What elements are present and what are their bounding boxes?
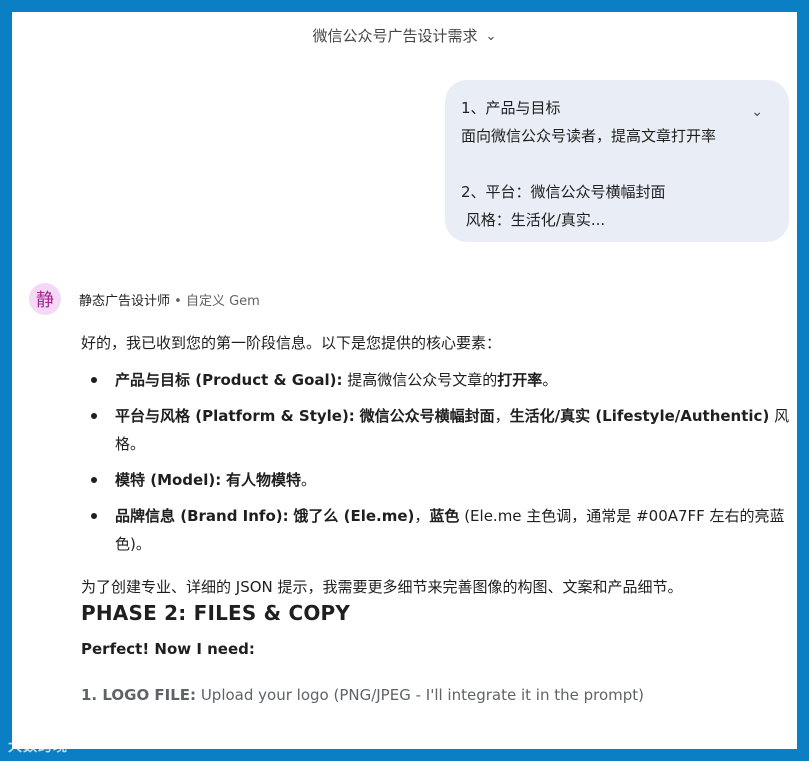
user-message-line	[461, 150, 773, 178]
bullet-label: 模特 (Model):	[115, 471, 222, 489]
user-message-line: 风格：生活化/真实...	[461, 211, 606, 229]
gem-avatar: 静	[29, 283, 61, 315]
bullet-label: 品牌信息 (Brand Info):	[115, 507, 289, 525]
bullet-text: 。	[301, 471, 317, 489]
gem-name[interactable]: 静态广告设计师	[79, 294, 170, 309]
gem-header: 静 静态广告设计师 • 自定义 Gem	[29, 283, 260, 315]
perfect-line: Perfect! Now I need:	[81, 640, 255, 658]
bullet-emphasis: 有人物模特	[226, 471, 302, 489]
phase-heading: PHASE 2: FILES & COPY	[81, 601, 351, 625]
response-paragraph: 为了创建专业、详细的 JSON 提示，我需要更多细节来完善图像的构图、文案和产品…	[81, 578, 683, 596]
bullet-label: 产品与目标 (Product & Goal):	[115, 371, 343, 389]
bullet-text: ，	[414, 507, 430, 525]
bullet-emphasis: 生活化/真实 (Lifestyle/Authentic)	[509, 407, 770, 425]
bullet-text: 提高微信公众号文章的	[342, 371, 498, 389]
user-message-line: 2、平台：微信公众号横幅封面	[461, 183, 666, 201]
chat-window: 微信公众号广告设计需求 ⌄ 1、产品与目标 面向微信公众号读者，提高文章打开率 …	[12, 12, 797, 749]
chevron-down-icon: ⌄	[485, 28, 497, 44]
bullet-label: 平台与风格 (Platform & Style):	[115, 407, 355, 425]
expand-message-button[interactable]: ⌄	[751, 98, 763, 126]
bullet-text: ，	[494, 407, 510, 425]
gem-separator: •	[170, 293, 186, 309]
logo-file-line: 1. LOGO FILE: Upload your logo (PNG/JPEG…	[81, 682, 791, 708]
logo-file-text: Upload your logo (PNG/JPEG - I'll integr…	[196, 686, 645, 704]
user-message-line: 1、产品与目标	[461, 99, 561, 117]
user-message-line: 面向微信公众号读者，提高文章打开率	[461, 127, 717, 145]
bullet-text: 。	[542, 371, 558, 389]
conversation-title: 微信公众号广告设计需求	[312, 26, 478, 45]
bullet-emphasis: 打开率	[497, 371, 543, 389]
list-item: 平台与风格 (Platform & Style): 微信公众号横幅封面，生活化/…	[81, 402, 791, 458]
list-item: 产品与目标 (Product & Goal): 提高微信公众号文章的打开率。	[81, 366, 791, 394]
logo-file-label: 1. LOGO FILE:	[81, 686, 197, 704]
bullet-emphasis: 微信公众号横幅封面	[359, 407, 495, 425]
requirements-list: 产品与目标 (Product & Goal): 提高微信公众号文章的打开率。 平…	[81, 366, 791, 558]
gem-type: 自定义 Gem	[185, 293, 260, 309]
list-item: 品牌信息 (Brand Info): 饿了么 (Ele.me)，蓝色 (Ele.…	[81, 502, 791, 558]
model-response: 好的，我已收到您的第一阶段信息。以下是您提供的核心要素： 产品与目标 (Prod…	[81, 330, 791, 708]
user-message-bubble: 1、产品与目标 面向微信公众号读者，提高文章打开率 2、平台：微信公众号横幅封面…	[445, 80, 789, 242]
list-item: 模特 (Model): 有人物模特。	[81, 466, 791, 494]
watermark: 大数跨境	[8, 739, 68, 755]
bullet-emphasis: 饿了么 (Ele.me)	[293, 507, 415, 525]
response-intro: 好的，我已收到您的第一阶段信息。以下是您提供的核心要素：	[81, 334, 502, 352]
bullet-emphasis: 蓝色	[429, 507, 460, 525]
conversation-title-dropdown[interactable]: 微信公众号广告设计需求 ⌄	[12, 22, 797, 48]
